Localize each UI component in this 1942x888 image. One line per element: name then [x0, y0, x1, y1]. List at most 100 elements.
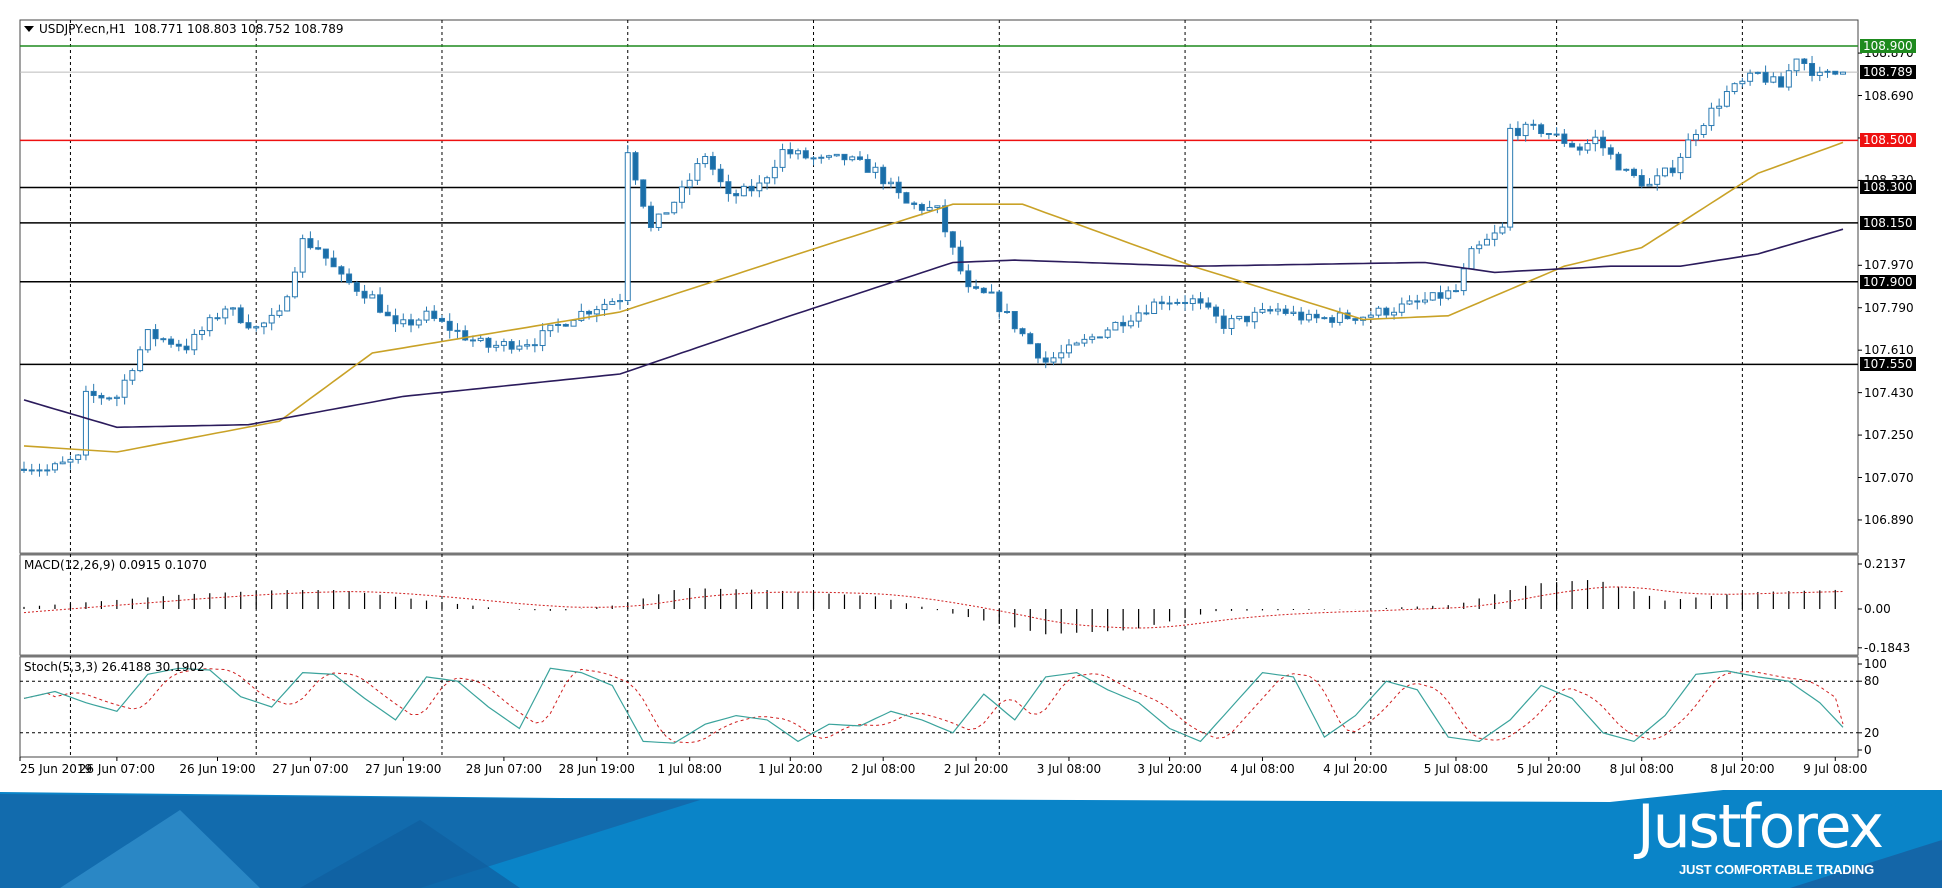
bull-candle	[1785, 70, 1792, 88]
bull-candle	[764, 177, 771, 184]
ohlc-close: 108.789	[293, 22, 344, 36]
bull-candle	[1584, 143, 1591, 151]
bear-candle	[980, 287, 987, 294]
bear-candle	[431, 310, 438, 319]
macd-tick-label: -0.1843	[1864, 640, 1911, 655]
bear-candle	[36, 469, 43, 472]
bull-candle	[1081, 338, 1088, 344]
bull-candle	[28, 469, 35, 472]
bear-candle	[1042, 357, 1049, 363]
bull-candle	[1135, 312, 1142, 322]
time-tick-label: 8 Jul 08:00	[1609, 762, 1674, 776]
justforex-logo: Justforex	[1636, 792, 1884, 862]
time-tick-label: 28 Jun 07:00	[465, 762, 543, 776]
bear-candle	[1298, 311, 1305, 321]
bull-candle	[826, 155, 833, 158]
bear-candle	[21, 468, 27, 471]
bear-candle	[469, 339, 476, 342]
bull-candle	[570, 319, 577, 327]
bull-candle	[1073, 342, 1080, 346]
bear-candle	[647, 205, 654, 228]
bull-candle	[1692, 133, 1699, 141]
bear-candle	[245, 322, 252, 329]
bear-candle	[1538, 124, 1545, 135]
stoch-tick-label: 100	[1864, 657, 1887, 671]
bull-candle	[555, 323, 562, 326]
bull-candle	[121, 379, 128, 398]
bull-candle	[222, 308, 229, 319]
bear-candle	[895, 181, 902, 194]
bull-candle	[1507, 127, 1514, 228]
bull-candle	[1623, 168, 1630, 171]
bear-candle	[973, 286, 980, 289]
bull-candle	[1491, 232, 1498, 240]
bear-candle	[787, 149, 794, 155]
bear-candle	[1638, 175, 1645, 187]
bear-candle	[1576, 146, 1583, 151]
bull-candle	[1468, 248, 1475, 270]
bull-candle	[624, 152, 631, 302]
bear-candle	[315, 247, 322, 250]
bear-candle	[841, 153, 848, 161]
stoch-tick-label: 80	[1864, 674, 1880, 689]
bull-candle	[818, 156, 825, 159]
bull-candle	[1058, 352, 1065, 359]
bear-candle	[338, 266, 345, 275]
level-tag-107.900: 107.900	[1860, 274, 1916, 289]
bull-candle	[1112, 321, 1119, 331]
bear-candle	[903, 192, 910, 204]
time-tick-label: 9 Jul 08:00	[1803, 762, 1868, 776]
time-tick-label: 27 Jun 07:00	[272, 762, 349, 776]
bull-candle	[1089, 336, 1096, 340]
bear-candle	[880, 166, 887, 185]
bull-candle	[1592, 136, 1599, 145]
bull-candle	[82, 390, 89, 456]
bull-candle	[1375, 307, 1382, 316]
bear-candle	[1615, 153, 1622, 171]
bull-candle	[1816, 71, 1823, 76]
level-tag-108.500: 108.500	[1860, 133, 1916, 148]
bull-candle	[1460, 268, 1467, 292]
time-tick-label: 1 Jul 08:00	[657, 762, 722, 776]
bull-candle	[1770, 76, 1777, 83]
bull-candle	[1661, 167, 1668, 177]
time-tick-label: 4 Jul 20:00	[1323, 762, 1388, 776]
chart-canvas[interactable]	[0, 0, 1942, 780]
bull-candle	[1290, 311, 1297, 314]
bear-candle	[1414, 300, 1421, 303]
bear-candle	[1545, 133, 1552, 136]
bear-candle	[1607, 147, 1614, 155]
bear-candle	[1034, 343, 1041, 359]
bull-candle	[44, 469, 51, 472]
bear-candle	[377, 294, 384, 313]
bull-candle	[423, 310, 430, 321]
bull-candle	[1251, 311, 1258, 323]
time-tick-label: 3 Jul 20:00	[1137, 762, 1202, 776]
bull-candle	[756, 182, 763, 192]
stoch-tick-label: 0	[1864, 743, 1872, 757]
bull-candle	[1723, 91, 1730, 107]
bear-candle	[1383, 307, 1390, 316]
bear-candle	[864, 158, 871, 173]
bear-candle	[802, 150, 809, 159]
bear-candle	[307, 238, 314, 249]
bull-candle	[1708, 107, 1715, 127]
bull-candle	[51, 463, 58, 471]
bull-candle	[59, 461, 66, 465]
bear-candle	[1329, 317, 1336, 323]
bear-candle	[709, 155, 716, 170]
dropdown-triangle-icon[interactable]	[24, 26, 34, 32]
price-tick-label: 107.070	[1864, 470, 1914, 485]
bear-candle	[446, 320, 453, 331]
bull-candle	[1840, 71, 1846, 75]
bear-candle	[160, 338, 167, 341]
bull-candle	[1452, 290, 1459, 293]
bull-candle	[1321, 317, 1328, 320]
bear-candle	[1801, 58, 1808, 64]
bear-candle	[717, 168, 724, 183]
bear-candle	[361, 290, 368, 299]
bull-candle	[1259, 309, 1266, 313]
bull-candle	[1336, 312, 1343, 323]
bear-candle	[1096, 336, 1103, 339]
bear-candle	[98, 394, 105, 399]
